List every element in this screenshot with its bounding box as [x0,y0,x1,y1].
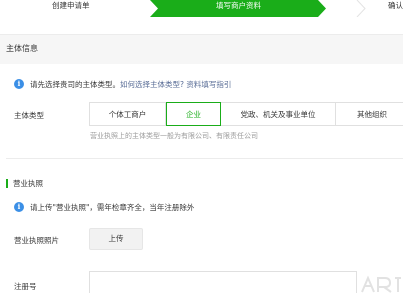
license-notice-text: 请上传"营业执照"，需年检章齐全，当年注册除外 [30,202,195,212]
info-icon: i [14,202,24,212]
section-header-license: 营业执照 [6,178,43,188]
step-fill-merchant-info: 填写商户资料 [216,1,261,10]
divider [6,158,403,159]
registration-number-label: 注册号 [14,282,37,291]
subject-type-hint: 营业执照上的主体类型一般为有限公司、有限责任公司 [90,132,258,140]
type-option-enterprise[interactable]: 企业 [166,102,221,126]
type-option-other-org[interactable]: 其他组织 [335,102,403,126]
upload-button[interactable]: 上传 [89,228,143,250]
progress-steps: 创建申请单 填写商户资料 确认 [0,0,403,17]
type-option-government[interactable]: 党政、机关及事业单位 [220,102,336,126]
license-photo-label: 营业执照照片 [14,236,59,245]
guide-link[interactable]: 如何选择主体类型? 资料填写指引 [120,79,231,90]
section-title-license: 营业执照 [13,178,43,188]
section-title: 主体信息 [6,44,38,53]
section-accent-bar [6,178,8,188]
section-header-main-info: 主体信息 [0,34,403,64]
subject-type-label: 主体类型 [14,111,44,120]
main-info-notice: i 请先选择贵司的主体类型。 如何选择主体类型? 资料填写指引 [14,78,231,90]
license-notice: i 请上传"营业执照"，需年检章齐全，当年注册除外 [14,201,194,213]
notice-text: 请先选择贵司的主体类型。 [30,79,120,89]
info-icon: i [14,79,24,89]
type-option-individual[interactable]: 个体工商户 [89,102,166,126]
step-create-application: 创建申请单 [52,1,90,10]
watermark-logo [361,275,401,293]
step-confirm: 确认 [388,1,403,10]
registration-number-input[interactable] [89,271,357,293]
